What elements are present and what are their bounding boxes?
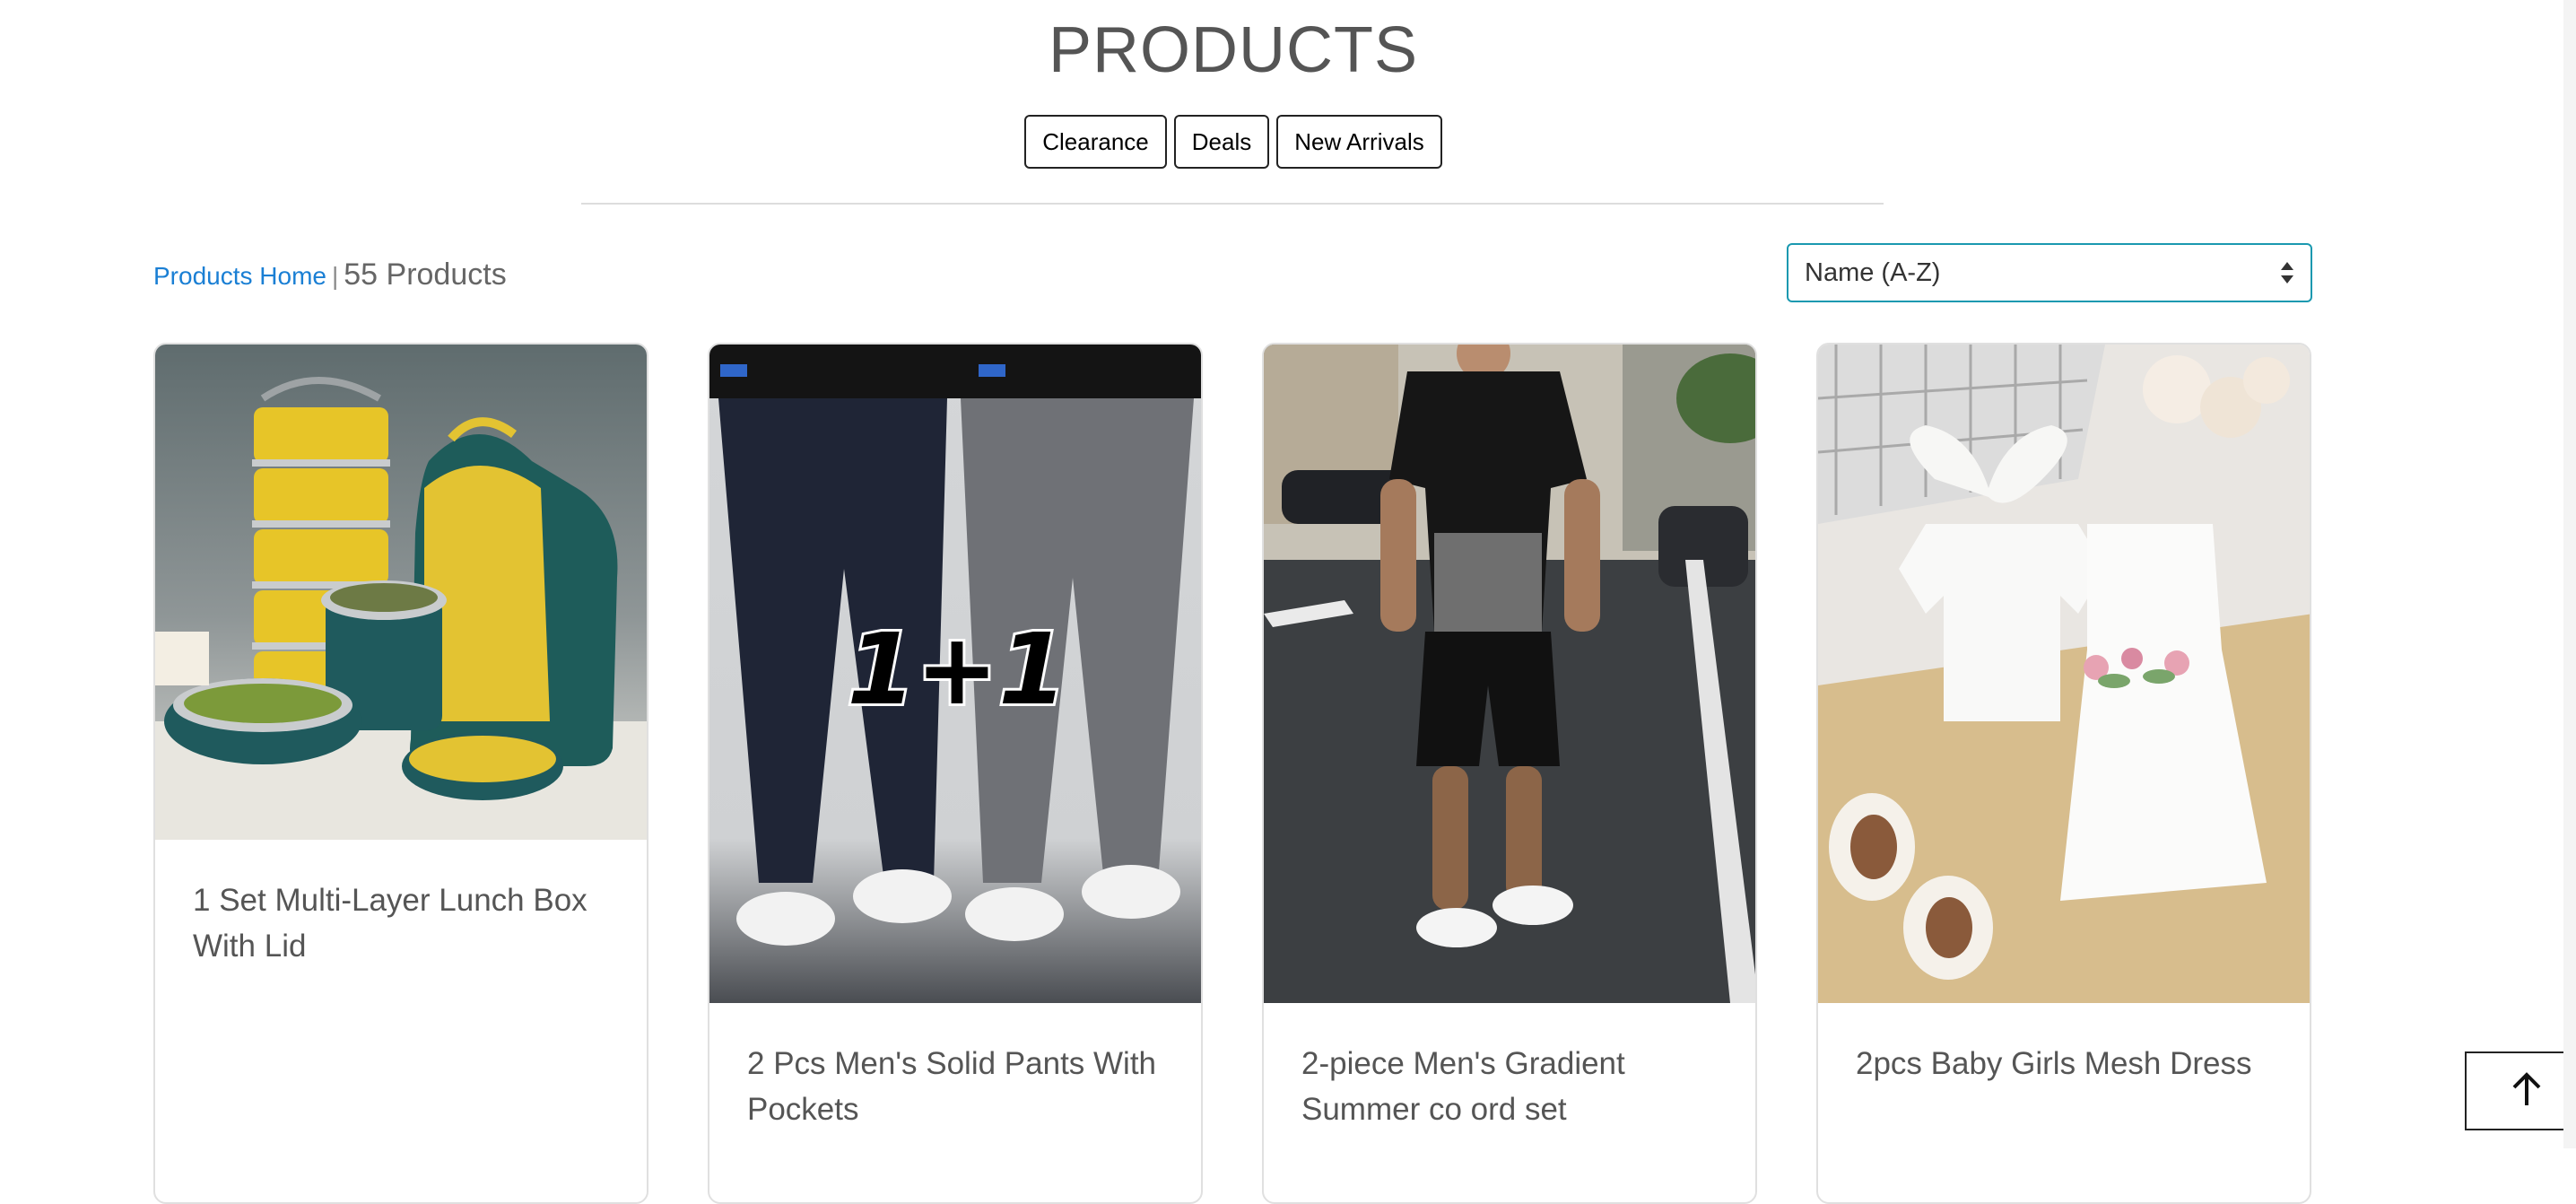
product-count: 55 Products xyxy=(344,257,507,292)
page-scrollbar[interactable] xyxy=(2563,0,2576,1148)
product-card[interactable]: 2pcs Baby Girls Mesh Dress xyxy=(1816,343,2311,1204)
breadcrumb: Products Home | 55 Products xyxy=(153,253,507,298)
product-image-lunch-box[interactable] xyxy=(155,345,647,840)
page-title: PRODUCTS xyxy=(1048,14,1418,86)
sort-caret-icon xyxy=(2280,261,2294,284)
deals-button[interactable]: Deals xyxy=(1173,115,1270,169)
divider xyxy=(581,203,1884,205)
breadcrumb-separator: | xyxy=(331,262,339,290)
product-image-co-ord-set[interactable] xyxy=(1264,345,1755,1003)
product-name[interactable]: 2 Pcs Men's Solid Pants With Pockets xyxy=(747,1041,1174,1132)
sort-selected-value: Name (A-Z) xyxy=(1805,257,1941,287)
filter-bar: Clearance Deals New Arrivals xyxy=(0,115,2467,169)
product-image-pants[interactable]: 1+1 xyxy=(709,345,1201,1003)
arrow-up-icon xyxy=(2511,1071,2543,1112)
back-to-top-button[interactable] xyxy=(2465,1051,2576,1130)
new-arrivals-button[interactable]: New Arrivals xyxy=(1276,115,1442,169)
product-card[interactable]: 1+1 2 Pcs Men's Solid Pants With Pockets xyxy=(708,343,1203,1204)
product-image-baby-dress[interactable] xyxy=(1818,345,2310,1003)
clearance-button[interactable]: Clearance xyxy=(1024,115,1167,169)
sort-select[interactable]: Name (A-Z) xyxy=(1787,243,2312,302)
products-home-link[interactable]: Products Home xyxy=(153,255,326,298)
product-card[interactable]: 2-piece Men's Gradient Summer co ord set xyxy=(1262,343,1757,1204)
product-name[interactable]: 2-piece Men's Gradient Summer co ord set xyxy=(1301,1041,1728,1132)
product-card[interactable]: 1 Set Multi-Layer Lunch Box With Lid xyxy=(153,343,648,1204)
pants-overlay-text: 1+1 xyxy=(847,612,1066,727)
product-name[interactable]: 2pcs Baby Girls Mesh Dress xyxy=(1856,1041,2283,1086)
product-name[interactable]: 1 Set Multi-Layer Lunch Box With Lid xyxy=(193,877,620,969)
